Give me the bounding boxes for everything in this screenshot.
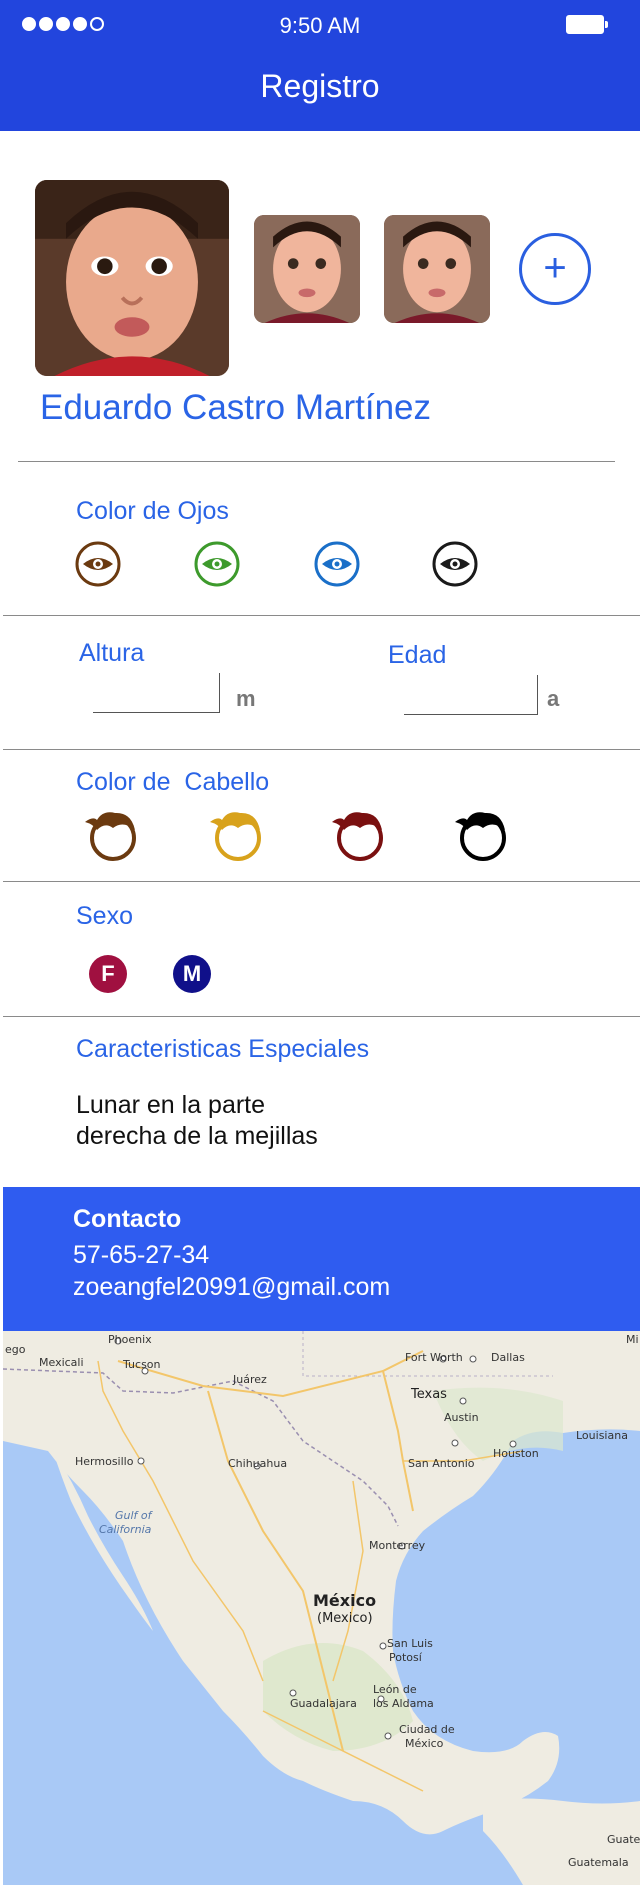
sex-female-button[interactable]: F [89, 955, 127, 993]
contact-panel: Contacto 57-65-27-34 zoeangfel20991@gmai… [3, 1187, 640, 1331]
hair-red-icon[interactable] [330, 810, 388, 862]
map-label: Juárez [233, 1373, 267, 1386]
map-label: Guatemala [568, 1856, 629, 1869]
map-label: Houston [493, 1447, 539, 1460]
map-label: Guadalajara [290, 1697, 357, 1710]
map-label: León de [373, 1683, 417, 1696]
map-label: Guate [607, 1833, 640, 1846]
map-label: Monterrey [369, 1539, 426, 1552]
registration-screen: 9:50 AM Registro + Eduardo Castro Martín… [0, 0, 640, 1885]
hair-brown-icon[interactable] [83, 810, 141, 862]
map-label: Chihuahua [228, 1457, 288, 1470]
height-input[interactable] [93, 673, 220, 713]
status-bar: 9:50 AM [0, 0, 640, 52]
map-label: Mi [626, 1333, 639, 1346]
contact-email[interactable]: zoeangfel20991@gmail.com [73, 1273, 390, 1302]
special-features-line: Lunar en la parte [76, 1091, 266, 1119]
profile-photo-thumbnail[interactable] [254, 215, 360, 323]
map-label: Hermosillo [75, 1455, 134, 1468]
add-photo-button[interactable]: + [519, 233, 591, 305]
divider [18, 461, 615, 462]
contact-title: Contacto [73, 1205, 182, 1233]
eye-black-icon[interactable] [431, 540, 479, 588]
age-unit: a [547, 686, 560, 711]
profile-photo-thumbnail[interactable] [384, 215, 490, 323]
battery-icon [566, 15, 608, 34]
map-label: Dallas [491, 1351, 525, 1364]
map-label: (Mexico) [317, 1611, 373, 1626]
special-features-text: Lunar en la parte derecha de la mejillas [76, 1090, 456, 1152]
map-label: San Antonio [408, 1457, 475, 1470]
map-label: México [313, 1591, 377, 1610]
person-name: Eduardo Castro Martínez [40, 388, 432, 427]
status-time: 9:50 AM [279, 13, 361, 38]
height-label: Altura [79, 639, 145, 667]
map-label: San Luis [387, 1637, 433, 1650]
map-label: Austin [444, 1411, 479, 1424]
divider [3, 1016, 640, 1017]
map-label: Fort Worth [405, 1351, 463, 1364]
age-label: Edad [388, 641, 447, 669]
divider [3, 615, 640, 616]
map-label: los Aldama [373, 1697, 434, 1710]
map-label: Texas [411, 1387, 447, 1402]
divider [3, 881, 640, 882]
hair-blonde-icon[interactable] [208, 810, 266, 862]
special-features-label: Caracteristicas Especiales [76, 1035, 370, 1063]
map-label: Phoenix [108, 1333, 152, 1346]
page-title: Registro [260, 68, 380, 104]
hair-black-icon[interactable] [453, 810, 511, 862]
special-features-line: derecha de la mejillas [76, 1122, 318, 1150]
eye-green-icon[interactable] [193, 540, 241, 588]
map-label: Ciudad de [399, 1723, 455, 1736]
sex-label: Sexo [76, 902, 133, 930]
height-unit: m [236, 686, 256, 711]
location-map[interactable]: ego Phoenix Mexicali Tucson Fort Worth D… [3, 1331, 640, 1885]
age-input[interactable] [404, 675, 538, 715]
profile-photo-main[interactable] [35, 180, 229, 376]
map-label: Gulf of [115, 1509, 152, 1522]
app-header: 9:50 AM Registro [0, 0, 640, 131]
contact-phone[interactable]: 57-65-27-34 [73, 1241, 209, 1270]
map-label: Mexicali [39, 1356, 84, 1369]
eye-color-label: Color de Ojos [76, 497, 229, 525]
map-label: California [99, 1523, 152, 1536]
map-label: Tucson [123, 1358, 161, 1371]
hair-color-label: Color de Cabello [76, 768, 270, 796]
map-label: ego [5, 1343, 26, 1356]
map-label: México [405, 1737, 444, 1750]
eye-blue-icon[interactable] [313, 540, 361, 588]
sex-male-button[interactable]: M [173, 955, 211, 993]
map-label: Potosí [389, 1651, 422, 1664]
eye-brown-icon[interactable] [74, 540, 122, 588]
map-label: Louisiana [576, 1429, 628, 1442]
divider [3, 749, 640, 750]
